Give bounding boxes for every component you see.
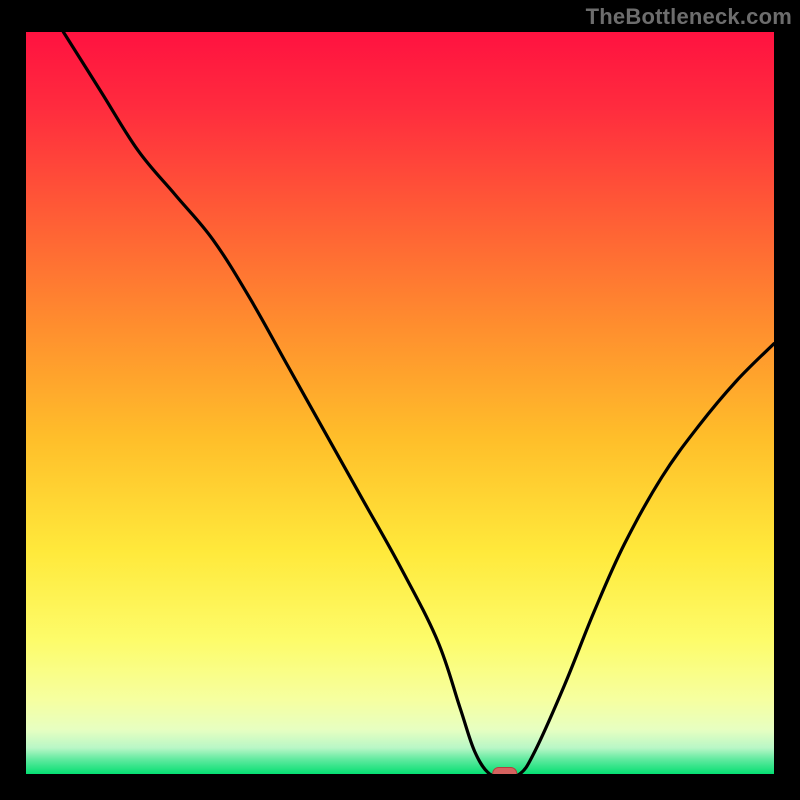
heat-gradient-background: [26, 32, 774, 774]
watermark-text: TheBottleneck.com: [586, 4, 792, 30]
chart-svg: [26, 32, 774, 774]
optimum-marker: [493, 768, 517, 775]
plot-area: [26, 32, 774, 774]
chart-canvas: TheBottleneck.com: [0, 0, 800, 800]
